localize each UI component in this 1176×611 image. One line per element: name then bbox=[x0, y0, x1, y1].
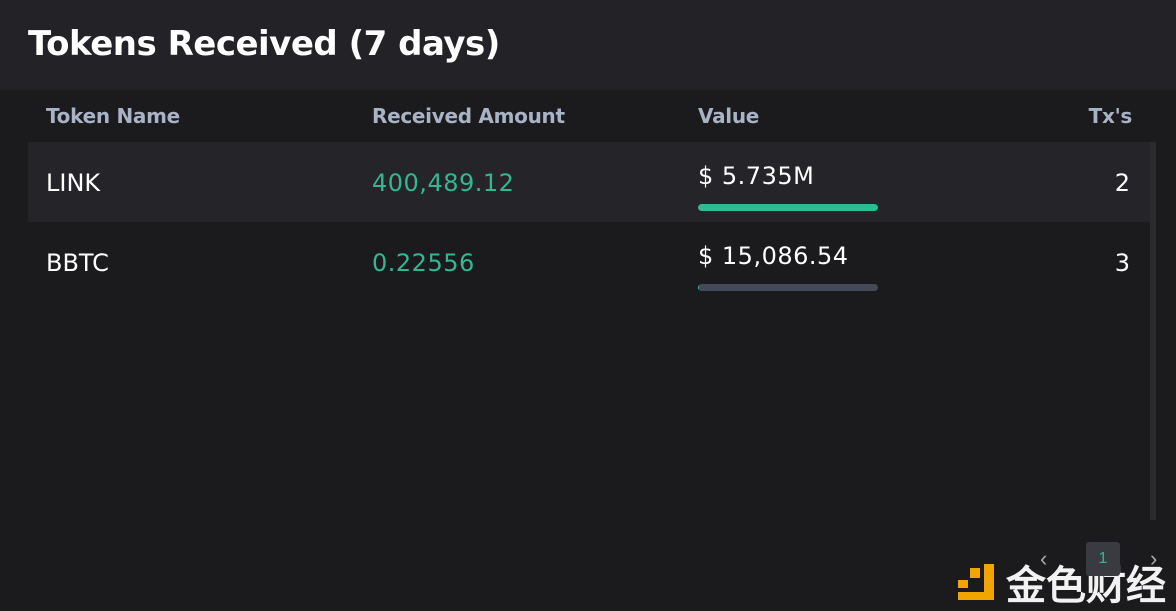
table-row[interactable]: BBTC 0.22556 $ 15,086.54 3 bbox=[28, 222, 1150, 302]
scrollbar[interactable] bbox=[1150, 142, 1156, 520]
chevron-left-icon[interactable]: ‹ bbox=[1040, 542, 1047, 576]
value-bar bbox=[698, 204, 878, 211]
value: $ 5.735M bbox=[698, 162, 814, 190]
value-bar-fill bbox=[698, 204, 878, 211]
column-header-value[interactable]: Value bbox=[698, 104, 759, 128]
column-header-txs[interactable]: Tx's bbox=[1089, 104, 1132, 128]
token-name[interactable]: LINK bbox=[46, 169, 100, 197]
token-name[interactable]: BBTC bbox=[46, 249, 109, 277]
chevron-right-icon[interactable]: › bbox=[1150, 542, 1157, 576]
column-header-token-name[interactable]: Token Name bbox=[46, 104, 180, 128]
page-title: Tokens Received (7 days) bbox=[28, 24, 500, 64]
column-header-received-amount[interactable]: Received Amount bbox=[372, 104, 565, 128]
panel-header: Tokens Received (7 days) bbox=[0, 0, 1176, 90]
value: $ 15,086.54 bbox=[698, 242, 849, 270]
tx-count: 3 bbox=[1115, 249, 1130, 277]
received-amount: 0.22556 bbox=[372, 249, 475, 277]
page-button[interactable]: 1 bbox=[1086, 542, 1120, 576]
value-bar bbox=[698, 284, 878, 291]
table-row[interactable]: LINK 400,489.12 $ 5.735M 2 bbox=[28, 142, 1150, 222]
watermark: 金色财经 bbox=[956, 553, 1166, 611]
received-amount: 400,489.12 bbox=[372, 169, 514, 197]
tx-count: 2 bbox=[1115, 169, 1130, 197]
watermark-logo-icon bbox=[956, 562, 996, 602]
